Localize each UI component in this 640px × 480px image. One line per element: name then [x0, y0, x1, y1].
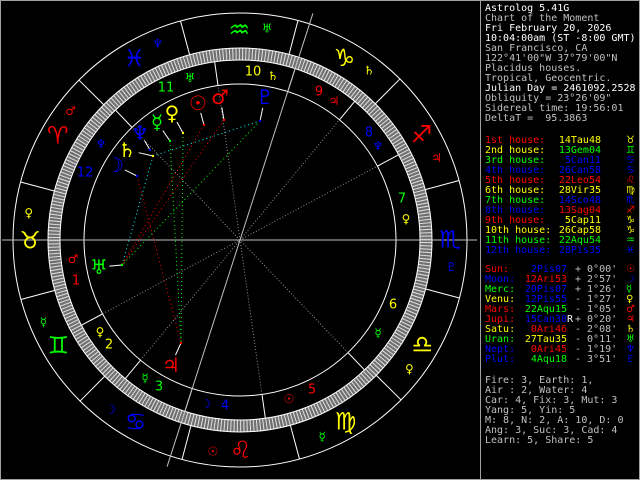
window-frame: [0, 0, 640, 480]
astrolog-window: ♈ ♂ ♉ ♀ ♊ ☿ ♋ ☽ ♌ ☉ ♍ ☿ ♎ ♀ ♏ ♇ ♐ ♃ ♑ ♄ ♒ ♅ ♓ ♆ 1 ♂ 2 ♀ 3 ☿ 4 ☽ 5 ☉ 6 ☿ 7 ♀ 8 ♆…: [0, 0, 640, 480]
